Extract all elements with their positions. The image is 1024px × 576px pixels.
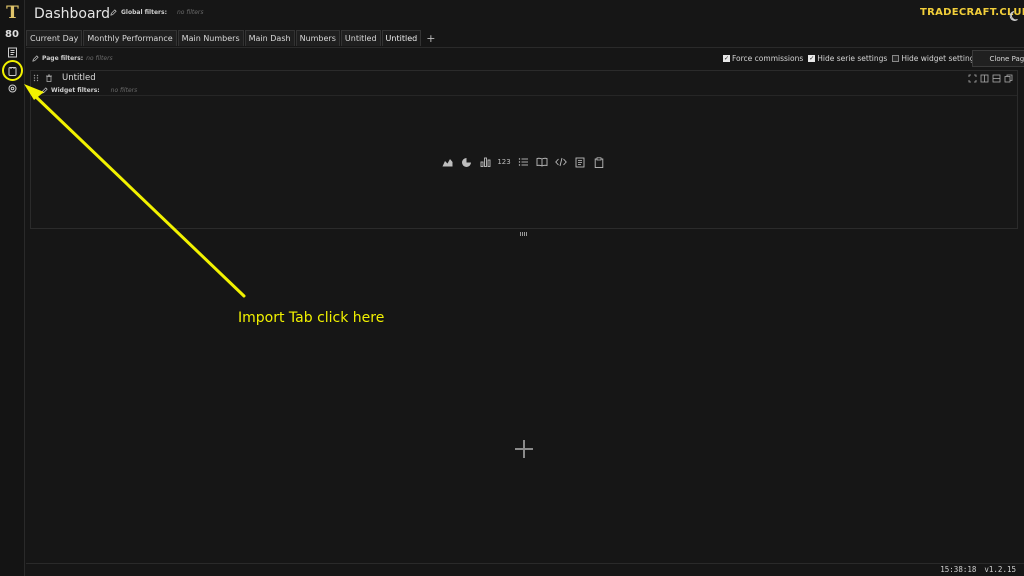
hide-widget-settings-label: Hide widget settings xyxy=(901,54,979,63)
fullscreen-icon[interactable] xyxy=(968,74,977,83)
pencil-icon[interactable] xyxy=(110,9,117,16)
status-bar: 15:38:18 v1.2.15 xyxy=(26,563,1024,576)
split-horizontal-icon[interactable] xyxy=(992,74,1001,83)
tab-numbers[interactable]: Numbers xyxy=(295,30,340,46)
pencil-icon[interactable] xyxy=(41,87,48,94)
pencil-icon[interactable] xyxy=(32,55,39,62)
tab-untitled-active[interactable]: Untitled xyxy=(381,30,422,46)
tab-monthly-performance[interactable]: Monthly Performance xyxy=(83,30,177,46)
dark-mode-icon[interactable] xyxy=(1009,7,1021,21)
bar-chart-icon[interactable] xyxy=(479,156,491,168)
clock: 15:38:18 xyxy=(940,565,977,574)
trash-icon[interactable] xyxy=(45,74,53,82)
force-commissions-option[interactable]: ✓ Force commissions xyxy=(723,54,803,63)
global-filters-label: Global filters: xyxy=(121,9,167,16)
highlight-circle xyxy=(2,60,23,81)
area-chart-icon[interactable] xyxy=(441,156,453,168)
add-widget-icon[interactable] xyxy=(514,439,534,459)
page-options: ✓ Force commissions ✓ Hide serie setting… xyxy=(723,54,983,63)
tab-main-numbers[interactable]: Main Numbers xyxy=(177,30,244,46)
pie-chart-icon[interactable] xyxy=(460,156,472,168)
page-toolbar: Page filters: no filters ✓ Force commiss… xyxy=(26,47,1024,69)
code-icon[interactable] xyxy=(555,156,567,168)
widget-panel: Untitled Widget filters: no filters 123 xyxy=(30,70,1018,229)
widget-header: Untitled xyxy=(33,73,96,83)
page-filters[interactable]: Page filters: no filters xyxy=(32,55,113,62)
hide-widget-settings-option[interactable]: Hide widget settings xyxy=(892,54,978,63)
widget-actions xyxy=(968,74,1013,83)
app-logo[interactable]: T xyxy=(3,4,22,23)
global-filters[interactable]: Global filters: no filters xyxy=(110,9,204,16)
notes-icon[interactable] xyxy=(574,156,586,168)
widget-divider xyxy=(31,95,1017,96)
resize-handle[interactable] xyxy=(520,232,528,236)
widget-filters-value: no filters xyxy=(110,87,138,94)
tab-untitled[interactable]: Untitled xyxy=(340,30,381,46)
tab-main-dash[interactable]: Main Dash xyxy=(244,30,295,46)
hide-serie-settings-checkbox[interactable]: ✓ xyxy=(808,55,816,62)
book-icon[interactable] xyxy=(536,156,548,168)
global-filters-value: no filters xyxy=(176,9,204,16)
dashboard-icon[interactable]: 80 xyxy=(4,26,20,42)
hide-serie-settings-option[interactable]: ✓ Hide serie settings xyxy=(808,54,887,63)
clipboard-icon[interactable] xyxy=(593,156,605,168)
page-filters-value: no filters xyxy=(86,55,113,62)
page-filters-label: Page filters: xyxy=(42,55,84,62)
page-tabs: Current Day Monthly Performance Main Num… xyxy=(26,30,439,46)
version-label: v1.2.15 xyxy=(984,565,1016,574)
widget-type-picker: 123 xyxy=(441,156,605,168)
hide-serie-settings-label: Hide serie settings xyxy=(817,54,888,63)
widget-filters-label: Widget filters: xyxy=(51,87,100,94)
number-icon[interactable]: 123 xyxy=(497,156,510,168)
drag-handle-icon[interactable] xyxy=(33,74,39,82)
page-title: Dashboard xyxy=(34,6,110,22)
split-vertical-icon[interactable] xyxy=(980,74,989,83)
sidebar: T 80 xyxy=(0,0,25,576)
settings-icon[interactable] xyxy=(4,80,20,96)
widget-title[interactable]: Untitled xyxy=(62,73,96,83)
tab-current-day[interactable]: Current Day xyxy=(26,30,83,46)
force-commissions-label: Force commissions xyxy=(732,54,804,63)
copy-icon[interactable] xyxy=(1004,74,1013,83)
notebook-icon[interactable] xyxy=(4,44,20,60)
clone-page-button[interactable]: Clone Page xyxy=(972,50,1024,67)
annotation-label: Import Tab click here xyxy=(238,310,385,326)
list-icon[interactable] xyxy=(517,156,529,168)
add-tab-icon[interactable]: + xyxy=(422,30,439,46)
force-commissions-checkbox[interactable]: ✓ xyxy=(723,55,730,62)
header: Dashboard Global filters: no filters TRA… xyxy=(26,0,1024,28)
hide-widget-settings-checkbox[interactable] xyxy=(892,55,900,62)
widget-filters[interactable]: Widget filters: no filters xyxy=(41,87,137,94)
